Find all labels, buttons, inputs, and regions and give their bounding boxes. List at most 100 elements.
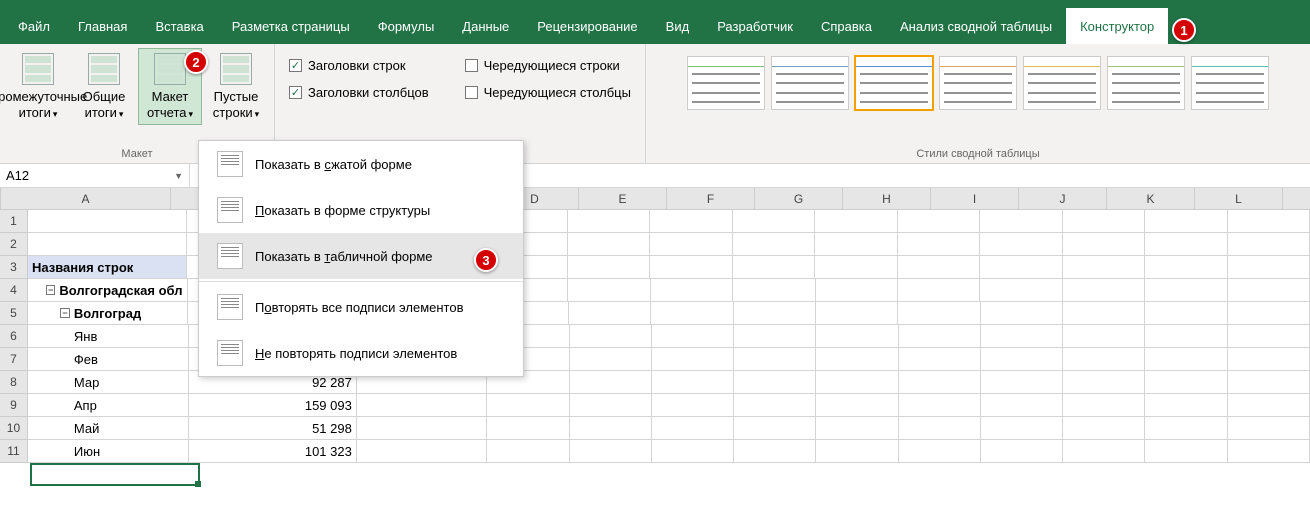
cell[interactable]: −Волгоградская обл bbox=[28, 279, 188, 302]
cell[interactable]: 51 298 bbox=[189, 417, 357, 440]
chk-banded-cols[interactable]: Чередующиеся столбцы bbox=[465, 85, 631, 100]
cell[interactable] bbox=[899, 394, 981, 417]
cell[interactable] bbox=[980, 210, 1062, 233]
cell[interactable] bbox=[1145, 371, 1227, 394]
cell[interactable] bbox=[1228, 233, 1310, 256]
cell[interactable] bbox=[651, 302, 733, 325]
cell[interactable] bbox=[815, 233, 897, 256]
cell[interactable] bbox=[898, 302, 980, 325]
btn-grandtotals[interactable]: Общиеитоги▾ bbox=[72, 48, 136, 125]
cell[interactable] bbox=[652, 325, 734, 348]
cell[interactable] bbox=[1063, 256, 1145, 279]
pivot-style-thumb[interactable] bbox=[771, 56, 849, 110]
col-header-F[interactable]: F bbox=[667, 188, 755, 210]
cell[interactable] bbox=[652, 440, 734, 463]
tab-анализ-сводной-таблицы[interactable]: Анализ сводной таблицы bbox=[886, 8, 1066, 44]
cell[interactable] bbox=[815, 256, 897, 279]
cell[interactable] bbox=[1063, 325, 1145, 348]
cell[interactable] bbox=[570, 417, 652, 440]
cell[interactable] bbox=[734, 417, 816, 440]
cell[interactable]: Фев bbox=[28, 348, 189, 371]
cell[interactable] bbox=[1063, 348, 1145, 371]
cell[interactable] bbox=[28, 233, 187, 256]
cell[interactable] bbox=[1063, 394, 1145, 417]
name-box[interactable]: A12 ▼ bbox=[0, 164, 190, 187]
cell[interactable]: Май bbox=[28, 417, 189, 440]
cell[interactable] bbox=[981, 348, 1063, 371]
cell[interactable] bbox=[568, 256, 650, 279]
cell[interactable] bbox=[652, 371, 734, 394]
col-header-L[interactable]: L bbox=[1195, 188, 1283, 210]
cell[interactable] bbox=[570, 440, 652, 463]
cell[interactable] bbox=[899, 325, 981, 348]
cell[interactable] bbox=[981, 417, 1063, 440]
cell[interactable] bbox=[650, 233, 732, 256]
cell[interactable] bbox=[568, 279, 650, 302]
cell[interactable] bbox=[733, 256, 815, 279]
cell[interactable]: 159 093 bbox=[189, 394, 357, 417]
col-header-G[interactable]: G bbox=[755, 188, 843, 210]
btn-subtotals[interactable]: Промежуточныеитоги▾ bbox=[6, 48, 70, 125]
cell[interactable] bbox=[652, 417, 734, 440]
tab-файл[interactable]: Файл bbox=[4, 8, 64, 44]
cell[interactable] bbox=[816, 348, 898, 371]
cell[interactable] bbox=[1145, 440, 1227, 463]
cell[interactable] bbox=[1228, 325, 1310, 348]
row-header[interactable]: 9 bbox=[0, 394, 28, 417]
cell[interactable] bbox=[734, 440, 816, 463]
cell[interactable]: −Волгоград bbox=[28, 302, 188, 325]
cell[interactable] bbox=[733, 210, 815, 233]
cell[interactable] bbox=[734, 302, 816, 325]
cell[interactable] bbox=[487, 440, 569, 463]
cell[interactable] bbox=[1145, 210, 1227, 233]
dropdown-item[interactable]: Показать в форме структуры bbox=[199, 187, 523, 233]
cell[interactable] bbox=[899, 371, 981, 394]
cell[interactable] bbox=[981, 440, 1063, 463]
tab-рецензирование[interactable]: Рецензирование bbox=[523, 8, 651, 44]
row-header[interactable]: 3 bbox=[0, 256, 28, 279]
cell[interactable] bbox=[733, 233, 815, 256]
tab-справка[interactable]: Справка bbox=[807, 8, 886, 44]
cell[interactable] bbox=[28, 210, 187, 233]
cell[interactable] bbox=[357, 394, 487, 417]
cell[interactable] bbox=[899, 440, 981, 463]
cell[interactable] bbox=[898, 210, 980, 233]
tab-разработчик[interactable]: Разработчик bbox=[703, 8, 807, 44]
cell[interactable]: Мар bbox=[28, 371, 189, 394]
tab-данные[interactable]: Данные bbox=[448, 8, 523, 44]
col-header-A[interactable]: A bbox=[1, 188, 171, 210]
cell[interactable] bbox=[734, 394, 816, 417]
cell[interactable] bbox=[568, 210, 650, 233]
pivot-style-thumb[interactable] bbox=[939, 56, 1017, 110]
cell[interactable] bbox=[1228, 440, 1310, 463]
chk-banded-rows[interactable]: Чередующиеся строки bbox=[465, 58, 631, 73]
cell[interactable] bbox=[570, 348, 652, 371]
row-header[interactable]: 10 bbox=[0, 417, 28, 440]
cell[interactable] bbox=[734, 348, 816, 371]
cell[interactable] bbox=[1228, 210, 1310, 233]
cell[interactable] bbox=[1228, 417, 1310, 440]
row-header[interactable]: 8 bbox=[0, 371, 28, 394]
collapse-icon[interactable]: − bbox=[60, 308, 70, 318]
cell[interactable] bbox=[816, 302, 898, 325]
cell[interactable] bbox=[1228, 279, 1310, 302]
cell[interactable] bbox=[652, 348, 734, 371]
cell[interactable] bbox=[1145, 302, 1227, 325]
cell[interactable] bbox=[650, 210, 732, 233]
row-header[interactable]: 7 bbox=[0, 348, 28, 371]
cell[interactable]: Апр bbox=[28, 394, 189, 417]
cell[interactable] bbox=[899, 417, 981, 440]
cell[interactable] bbox=[569, 302, 651, 325]
dropdown-item[interactable]: Повторять все подписи элементов bbox=[199, 284, 523, 330]
cell[interactable] bbox=[570, 371, 652, 394]
cell[interactable] bbox=[1228, 302, 1310, 325]
cell[interactable]: 101 323 bbox=[189, 440, 357, 463]
pivot-style-thumb[interactable] bbox=[855, 56, 933, 110]
col-header-J[interactable]: J bbox=[1019, 188, 1107, 210]
cell[interactable] bbox=[570, 394, 652, 417]
selection-handle[interactable] bbox=[195, 481, 201, 487]
cell[interactable] bbox=[734, 371, 816, 394]
cell[interactable] bbox=[1145, 417, 1227, 440]
cell[interactable] bbox=[1063, 210, 1145, 233]
col-header-H[interactable]: H bbox=[843, 188, 931, 210]
